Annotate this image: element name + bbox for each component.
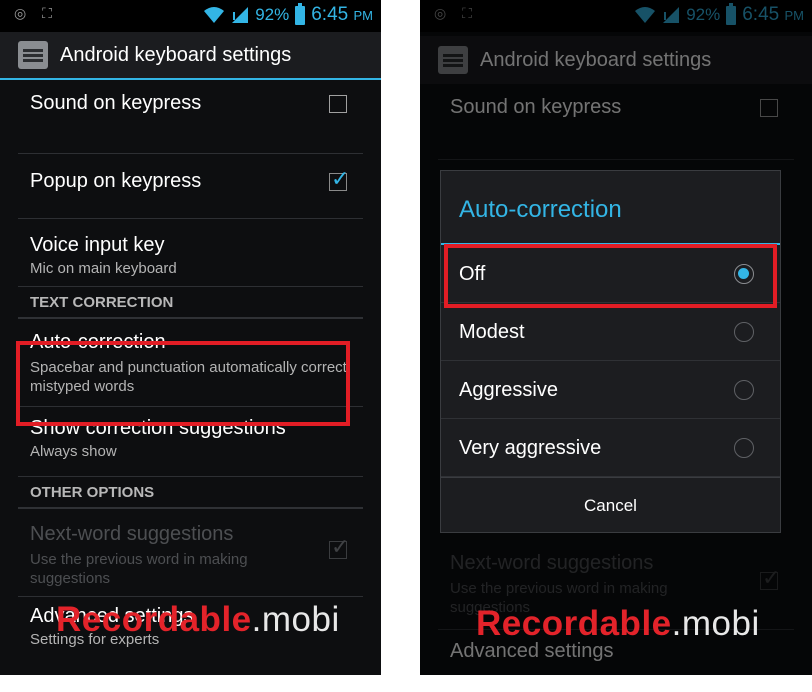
- clock: 6:45 PM: [311, 4, 373, 25]
- settings-list: Sound on keypress Popup on keypress ✓ Vo…: [0, 82, 381, 657]
- option-off[interactable]: Off: [441, 245, 780, 303]
- category-text-correction: TEXT CORRECTION: [18, 287, 363, 319]
- wifi-icon: [204, 7, 225, 23]
- page-title: Android keyboard settings: [60, 43, 292, 66]
- radio-selected-icon[interactable]: [734, 264, 754, 284]
- checkmark-icon: ✓: [331, 166, 350, 191]
- radio-icon[interactable]: [734, 438, 754, 458]
- setting-auto-correction[interactable]: Auto-correction Spacebar and punctuation…: [18, 319, 363, 407]
- popup-checkbox[interactable]: ✓: [329, 168, 349, 191]
- keyboard-icon[interactable]: [18, 41, 48, 69]
- option-aggressive[interactable]: Aggressive: [441, 361, 780, 419]
- dialog-title: Auto-correction: [441, 171, 780, 245]
- option-very-aggressive[interactable]: Very aggressive: [441, 419, 780, 477]
- checkmark-icon: ✓: [331, 534, 350, 559]
- auto-correction-dialog: Auto-correction Off Modest Aggressive Ve…: [440, 170, 781, 533]
- screenshot-icon: ⛶: [42, 5, 52, 21]
- radio-icon[interactable]: [734, 380, 754, 400]
- status-bar: ◎ ⛶ 92% 6:45 PM: [0, 0, 381, 32]
- notification-icon: ◎: [14, 5, 27, 21]
- battery-icon: [295, 2, 306, 25]
- settings-screen: ◎ ⛶ 92% 6:45 PM Android keyboard setting…: [0, 0, 381, 675]
- setting-sound-on-keypress[interactable]: Sound on keypress: [18, 82, 363, 154]
- setting-next-word-suggestions: Next-word suggestions Use the previous w…: [18, 509, 363, 597]
- dialog-screen: ◎ ⛶ 92% 6:45 PM Android keyboard setting…: [420, 0, 812, 675]
- setting-popup-on-keypress[interactable]: Popup on keypress ✓: [18, 154, 363, 219]
- signal-icon: [232, 7, 249, 23]
- battery-percent: 92%: [255, 5, 290, 24]
- cancel-button[interactable]: Cancel: [441, 477, 780, 533]
- category-other-options: OTHER OPTIONS: [18, 477, 363, 509]
- radio-icon[interactable]: [734, 322, 754, 342]
- watermark: Recordable.mobi: [476, 604, 760, 643]
- setting-voice-input-key[interactable]: Voice input key Mic on main keyboard: [18, 219, 363, 287]
- option-modest[interactable]: Modest: [441, 303, 780, 361]
- watermark: Recordable.mobi: [56, 600, 340, 639]
- next-word-checkbox: ✓: [329, 536, 349, 559]
- setting-show-correction-suggestions[interactable]: Show correction suggestions Always show: [18, 407, 363, 477]
- action-bar: Android keyboard settings: [0, 32, 381, 80]
- sound-checkbox[interactable]: [329, 95, 347, 113]
